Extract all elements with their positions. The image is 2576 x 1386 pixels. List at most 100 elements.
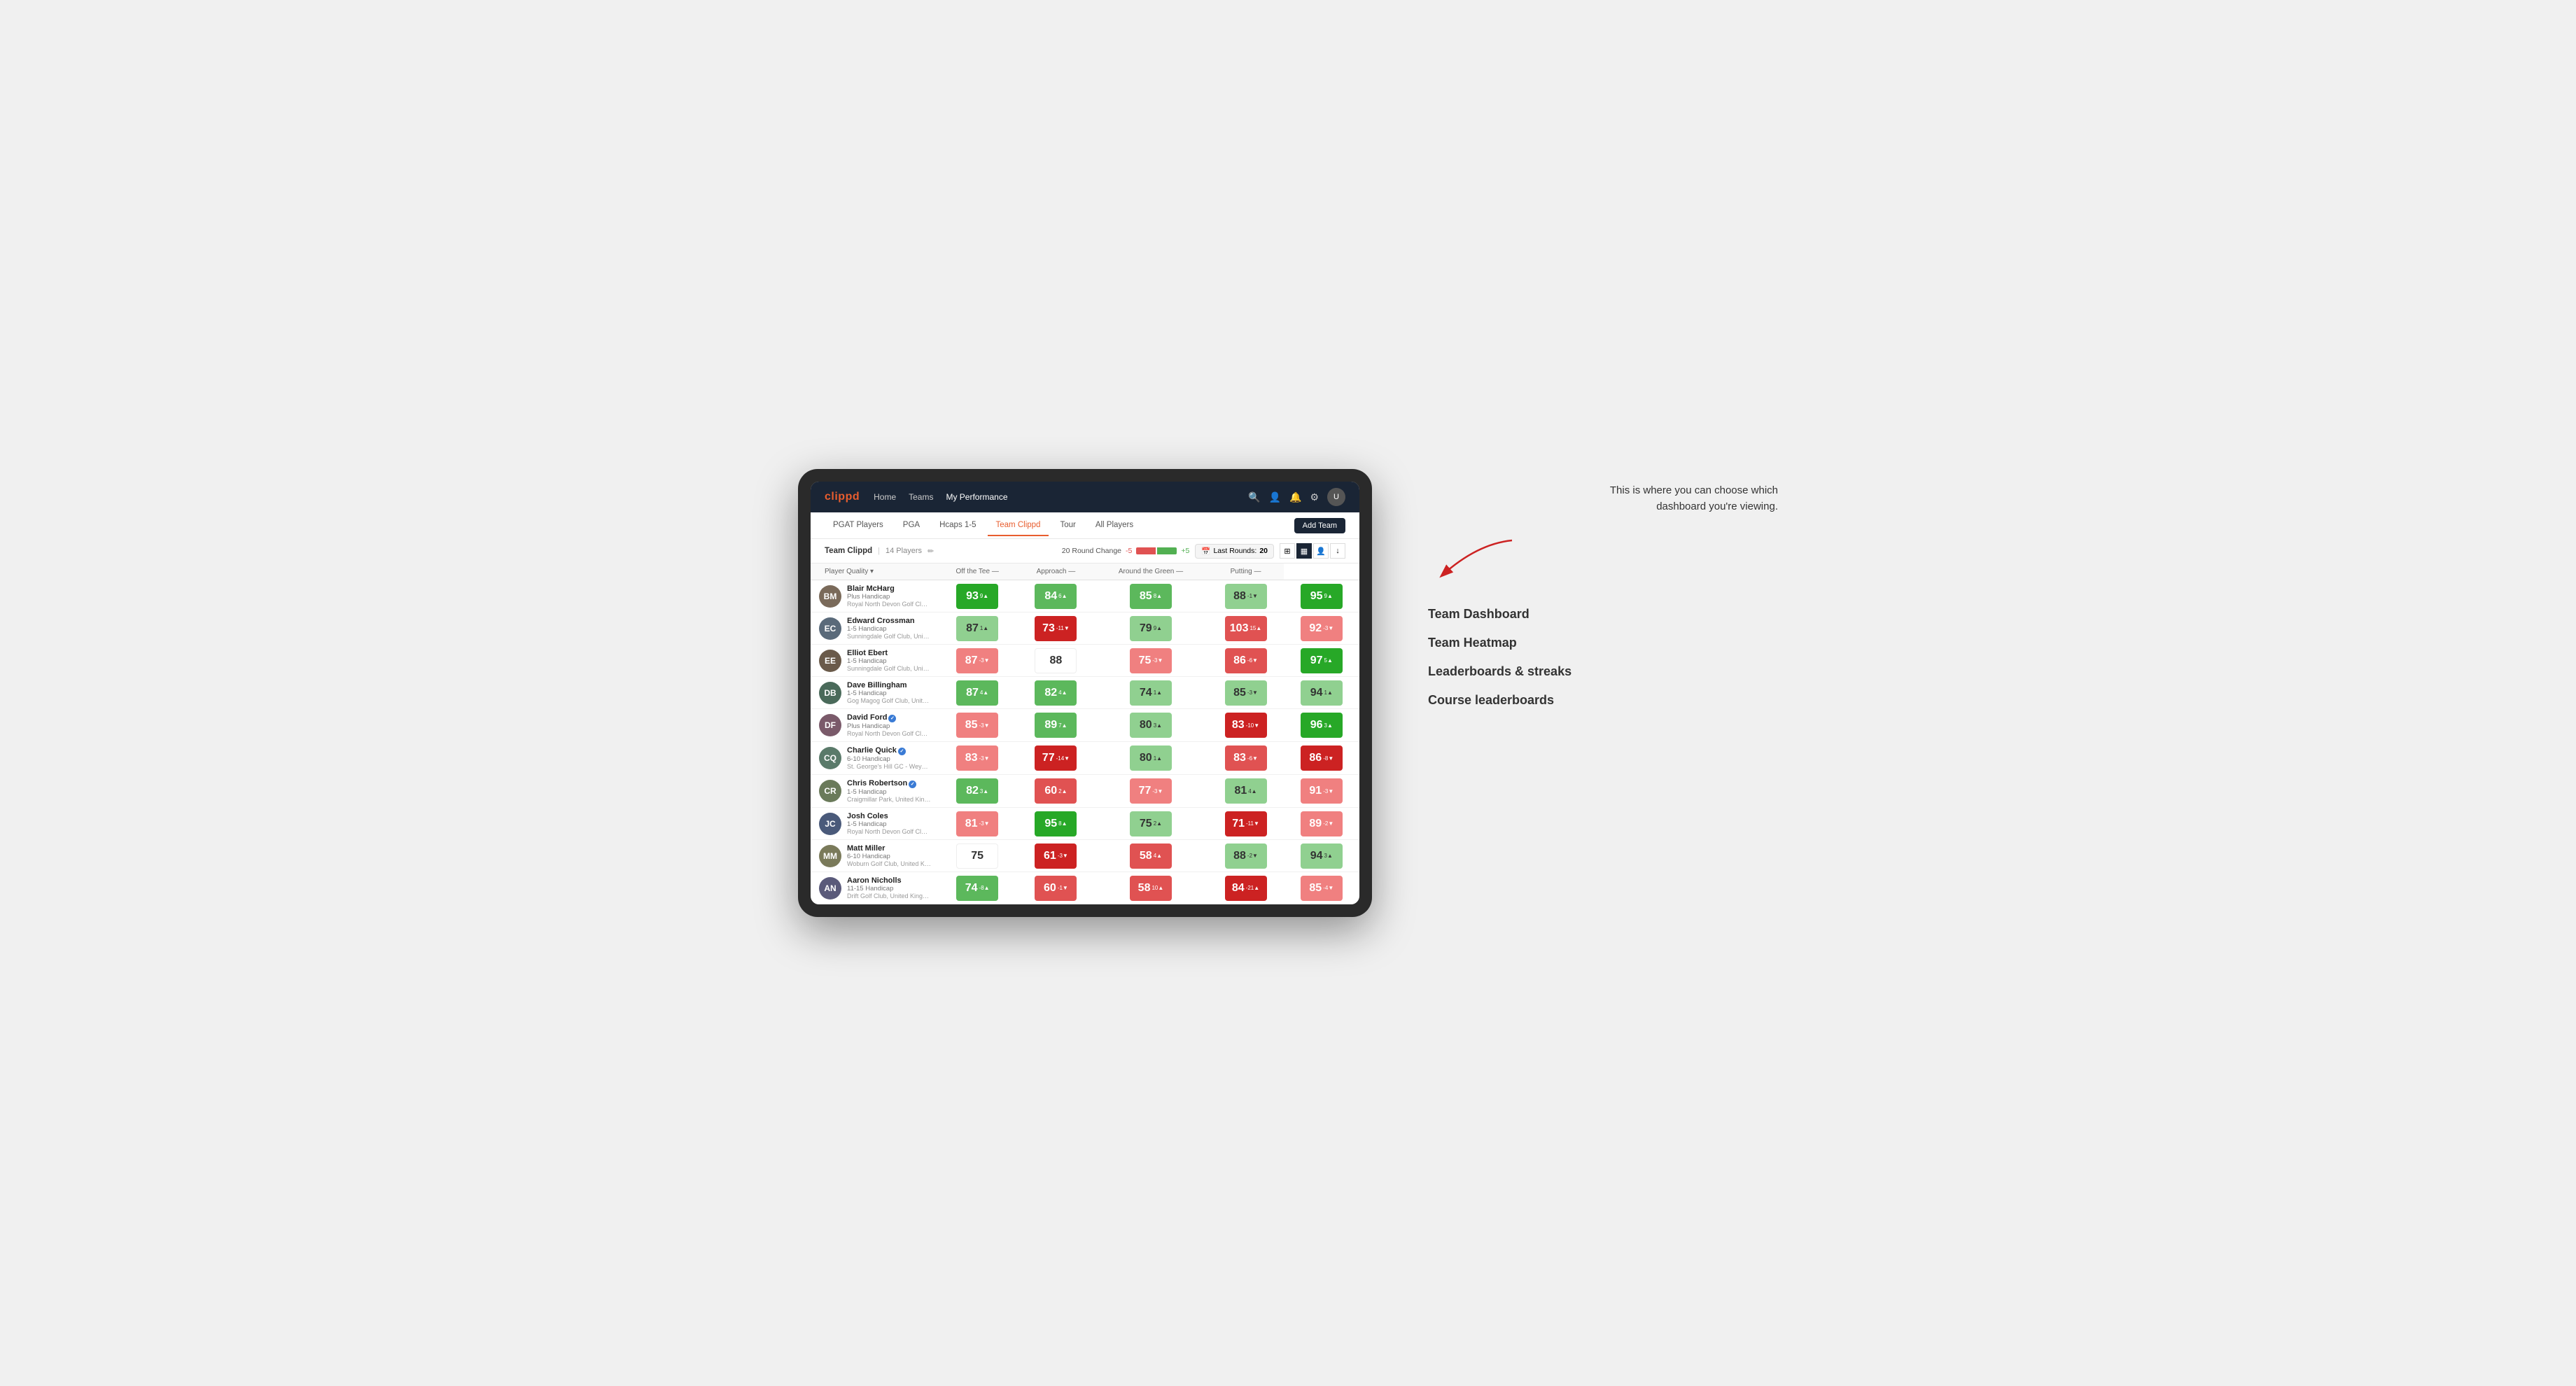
search-icon[interactable]: 🔍	[1248, 491, 1260, 503]
score-off-tee: 958▲	[1018, 808, 1093, 840]
option-course-leaderboards[interactable]: Course leaderboards	[1428, 686, 1778, 715]
score-box: 91-3▼	[1301, 778, 1343, 804]
subnav: PGAT Players PGA Hcaps 1-5 Team Clippd T…	[811, 512, 1359, 539]
player-name: David Ford✓	[847, 713, 931, 722]
dashboard-options: Team Dashboard Team Heatmap Leaderboards…	[1414, 600, 1778, 715]
score-box: 83-6▼	[1225, 746, 1267, 771]
tab-tour[interactable]: Tour	[1051, 515, 1084, 536]
score-value: 84	[1232, 882, 1245, 895]
add-team-button[interactable]: Add Team	[1294, 518, 1345, 533]
score-player-quality: 85-3▼	[937, 709, 1018, 742]
change-plus: +5	[1181, 547, 1189, 555]
score-box: 823▲	[956, 778, 998, 804]
score-box: 88-1▼	[1225, 584, 1267, 609]
score-box: 814▲	[1225, 778, 1267, 804]
score-box: 801▲	[1130, 746, 1172, 771]
score-value: 58	[1140, 850, 1152, 862]
score-off-tee: 73-11▼	[1018, 612, 1093, 645]
score-value: 85	[965, 719, 978, 732]
nav-myperformance[interactable]: My Performance	[946, 489, 1007, 505]
bell-icon[interactable]: 🔔	[1289, 491, 1301, 503]
player-cell[interactable]: ANAaron Nicholls11-15 HandicapDrift Golf…	[811, 872, 937, 904]
score-change: -3▼	[1152, 657, 1163, 664]
tab-hcaps[interactable]: Hcaps 1-5	[931, 515, 984, 536]
player-cell[interactable]: DBDave Billingham1-5 HandicapGog Magog G…	[811, 677, 937, 709]
score-off-tee: 824▲	[1018, 677, 1093, 709]
score-box: 846▲	[1035, 584, 1077, 609]
view-grid-btn[interactable]: ⊞	[1280, 543, 1295, 559]
player-name: Dave Billingham	[847, 681, 931, 690]
score-value: 80	[1140, 752, 1152, 764]
score-change: 8▲	[1154, 593, 1162, 599]
score-value: 60	[1044, 785, 1057, 797]
score-player-quality: 823▲	[937, 775, 1018, 808]
option-team-dashboard[interactable]: Team Dashboard	[1428, 600, 1778, 629]
tab-all-players[interactable]: All Players	[1087, 515, 1142, 536]
view-download-btn[interactable]: ↓	[1330, 543, 1345, 559]
profile-icon[interactable]: 👤	[1269, 491, 1281, 503]
score-value: 85	[1309, 882, 1322, 895]
score-change: 1▲	[1154, 690, 1162, 696]
score-change: -6▼	[1247, 657, 1258, 664]
col-putting: Putting —	[1208, 564, 1283, 580]
player-cell[interactable]: CQCharlie Quick✓6-10 HandicapSt. George'…	[811, 742, 937, 775]
player-cell[interactable]: ECEdward Crossman1-5 HandicapSunningdale…	[811, 612, 937, 645]
player-name: Elliot Ebert	[847, 649, 931, 657]
settings-icon[interactable]: ⚙	[1310, 491, 1319, 503]
score-value: 86	[1233, 654, 1246, 667]
player-handicap: Plus Handicap	[847, 722, 931, 730]
col-around-green: Around the Green —	[1094, 564, 1208, 580]
view-table-btn[interactable]: ▦	[1296, 543, 1312, 559]
tablet-frame: clippd Home Teams My Performance 🔍 👤 🔔 ⚙…	[798, 469, 1372, 917]
option-leaderboards[interactable]: Leaderboards & streaks	[1428, 657, 1778, 686]
score-off-tee: 60-1▼	[1018, 872, 1093, 904]
score-approach: 5810▲	[1094, 872, 1208, 904]
last-rounds-button[interactable]: 📅 Last Rounds: 20	[1195, 544, 1274, 559]
player-cell[interactable]: JCJosh Coles1-5 HandicapRoyal North Devo…	[811, 808, 937, 840]
score-change: -3▼	[979, 657, 990, 664]
score-around-green: 814▲	[1208, 775, 1283, 808]
score-value: 60	[1044, 882, 1056, 895]
round-bar	[1136, 547, 1177, 554]
score-approach: 799▲	[1094, 612, 1208, 645]
player-cell[interactable]: DFDavid Ford✓Plus HandicapRoyal North De…	[811, 709, 937, 742]
score-putting: 92-3▼	[1284, 612, 1359, 645]
player-cell[interactable]: BMBlair McHargPlus HandicapRoyal North D…	[811, 580, 937, 612]
score-box: 85-3▼	[1225, 680, 1267, 706]
view-avatar-btn[interactable]: 👤	[1313, 543, 1329, 559]
player-club: St. George's Hill GC - Weybridge - Surre…	[847, 763, 931, 770]
round-change-label: 20 Round Change	[1062, 547, 1121, 555]
logo: clippd	[825, 491, 860, 503]
score-off-tee: 897▲	[1018, 709, 1093, 742]
nav-teams[interactable]: Teams	[909, 489, 933, 505]
player-cell[interactable]: CRChris Robertson✓1-5 HandicapCraigmilla…	[811, 775, 937, 808]
nav-home[interactable]: Home	[874, 489, 896, 505]
score-change: 10▲	[1152, 885, 1163, 891]
player-cell[interactable]: EEElliot Ebert1-5 HandicapSunningdale Go…	[811, 645, 937, 677]
score-box: 71-11▼	[1225, 811, 1267, 836]
player-club: Sunningdale Golf Club, United Kingdom	[847, 633, 931, 640]
score-change: -3▼	[979, 820, 990, 827]
tab-pgat-players[interactable]: PGAT Players	[825, 515, 892, 536]
score-value: 75	[1140, 818, 1152, 830]
player-club: Sunningdale Golf Club, United Kingdom	[847, 665, 931, 672]
round-bar-red	[1136, 547, 1156, 554]
score-player-quality: 939▲	[937, 580, 1018, 612]
tab-team-clippd[interactable]: Team Clippd	[988, 515, 1049, 536]
score-change: -2▼	[1247, 853, 1258, 859]
option-team-heatmap[interactable]: Team Heatmap	[1428, 629, 1778, 657]
score-value: 79	[1140, 622, 1152, 635]
score-change: -21▲	[1246, 885, 1259, 891]
edit-icon[interactable]: ✏	[927, 547, 934, 556]
score-box: 84-21▲	[1225, 876, 1267, 901]
player-handicap: Plus Handicap	[847, 593, 931, 601]
player-cell[interactable]: MMMatt Miller6-10 HandicapWoburn Golf Cl…	[811, 840, 937, 872]
score-putting: 89-2▼	[1284, 808, 1359, 840]
score-around-green: 83-6▼	[1208, 742, 1283, 775]
separator: |	[878, 547, 880, 555]
score-box: 85-4▼	[1301, 876, 1343, 901]
tab-pga[interactable]: PGA	[895, 515, 928, 536]
score-change: 2▲	[1154, 820, 1162, 827]
avatar[interactable]: U	[1327, 488, 1345, 506]
player-club: Royal North Devon Golf Club, United King…	[847, 730, 931, 737]
